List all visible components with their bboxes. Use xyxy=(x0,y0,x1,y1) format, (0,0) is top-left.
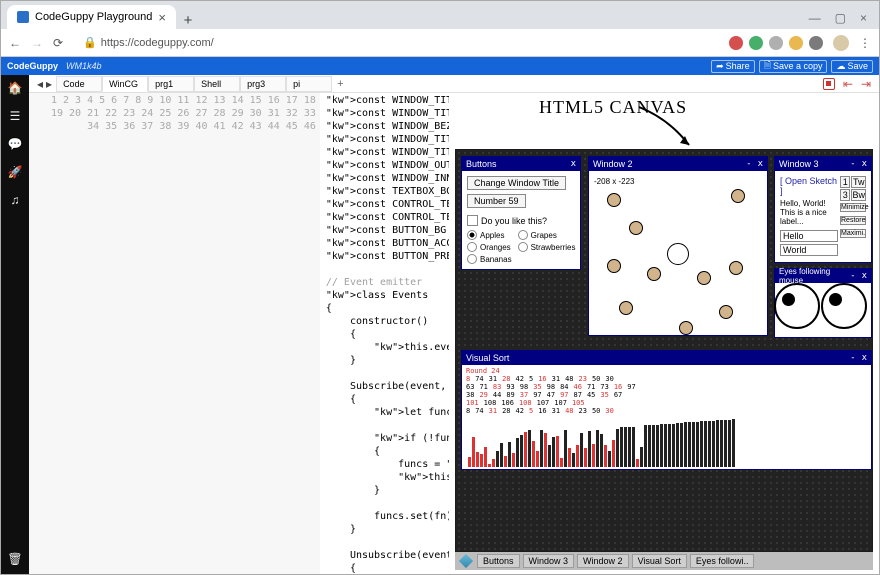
rocket-icon[interactable]: 🚀 xyxy=(8,165,23,179)
chrome-menu-button[interactable]: ⋮ xyxy=(859,36,871,50)
close-icon[interactable]: x xyxy=(571,159,576,169)
taskbar-button[interactable]: Buttons xyxy=(477,554,520,568)
new-tab-button[interactable]: + xyxy=(176,12,200,29)
code-tab[interactable]: WinCG xyxy=(102,76,148,92)
number-button[interactable]: Number 59 xyxy=(467,194,526,208)
save-copy-button[interactable]: 🗎Save a copy xyxy=(759,60,828,73)
brand-label: CodeGuppy xyxy=(7,61,58,71)
address-input[interactable]: 🔒 https://codeguppy.com/ xyxy=(73,36,719,49)
extension-icon[interactable] xyxy=(789,36,803,50)
window-sort[interactable]: Visual Sort-x Round 24 87431284251631482… xyxy=(461,350,872,470)
canvas-area[interactable]: Buttonsx Change Window Title Number 59 D… xyxy=(455,149,873,552)
code-tab[interactable]: Code xyxy=(56,76,102,92)
taskbar-button[interactable]: Window 2 xyxy=(577,554,629,568)
window-close-button[interactable]: × xyxy=(860,11,867,25)
expand-left-icon[interactable]: ⇤ xyxy=(843,77,853,91)
coords-label: -208 x -223 xyxy=(594,177,634,186)
stop-button[interactable] xyxy=(823,78,835,90)
window-2[interactable]: Window 2-x -208 x -223 xyxy=(588,156,768,336)
extension-icon[interactable] xyxy=(729,36,743,50)
radio-option[interactable]: Apples xyxy=(467,230,512,240)
menu-icon[interactable]: ☰ xyxy=(10,109,21,123)
taskbar-button[interactable]: Eyes followi.. xyxy=(690,554,755,568)
change-title-button[interactable]: Change Window Title xyxy=(467,176,566,190)
arrow-icon xyxy=(629,99,729,155)
url-text: https://codeguppy.com/ xyxy=(101,37,214,49)
code-tab[interactable]: prg3 xyxy=(240,76,286,92)
app-toolbar: CodeGuppy WM1k4b ➦Share 🗎Save a copy ☁Sa… xyxy=(1,57,879,75)
extension-icon[interactable] xyxy=(809,36,823,50)
home-icon[interactable]: 🏠 xyxy=(8,81,23,95)
lock-icon: 🔒 xyxy=(83,36,97,49)
extension-icon[interactable] xyxy=(749,36,763,50)
radio-option[interactable]: Grapes xyxy=(518,230,576,240)
radio-option[interactable]: Bananas xyxy=(467,254,512,264)
code-editor[interactable]: 1 2 3 4 5 6 7 8 9 10 11 12 13 14 15 16 1… xyxy=(29,93,449,574)
project-name: WM1k4b xyxy=(66,61,102,71)
canvas-taskbar: ButtonsWindow 3Window 2Visual SortEyes f… xyxy=(455,552,873,570)
sidebar: 🏠 ☰ 💬 🚀 ♫ 🗑 xyxy=(1,75,29,574)
window-eyes[interactable]: Eyes following mouse-x xyxy=(774,268,872,338)
code-tab[interactable]: pi xyxy=(286,76,332,92)
radio-option[interactable]: Strawberries xyxy=(518,242,576,252)
code-tab-bar: ◂ ▸ CodeWinCGprg1Shellprg3pi + ⇤ ⇥ xyxy=(29,75,879,93)
window-min-button[interactable]: — xyxy=(809,11,821,25)
radio-option[interactable]: Oranges xyxy=(467,242,512,252)
share-button[interactable]: ➦Share xyxy=(711,60,755,73)
address-bar: ← → ⟳ 🔒 https://codeguppy.com/ ⋮ xyxy=(1,29,879,57)
start-icon[interactable] xyxy=(459,554,473,568)
extension-icon[interactable] xyxy=(769,36,783,50)
close-icon[interactable]: × xyxy=(158,10,166,25)
textbox-2[interactable] xyxy=(780,244,838,256)
music-icon[interactable]: ♫ xyxy=(11,193,20,207)
code-tab[interactable]: Shell xyxy=(194,76,240,92)
add-tab-button[interactable]: + xyxy=(332,78,348,90)
like-checkbox[interactable]: Do you like this? xyxy=(467,215,575,226)
trash-icon[interactable]: 🗑 xyxy=(7,552,22,566)
code-tab[interactable]: prg1 xyxy=(148,76,194,92)
expand-right-icon[interactable]: ⇥ xyxy=(861,77,871,91)
prev-tab-button[interactable]: ◂ xyxy=(37,77,43,91)
tab-title: CodeGuppy Playground xyxy=(35,11,152,23)
browser-tabstrip: CodeGuppy Playground × + — ▢ × xyxy=(1,1,879,29)
taskbar-button[interactable]: Window 3 xyxy=(523,554,575,568)
browser-tab[interactable]: CodeGuppy Playground × xyxy=(7,5,176,29)
taskbar-button[interactable]: Visual Sort xyxy=(632,554,687,568)
open-sketch-link[interactable]: [ Open Sketch ] xyxy=(780,176,838,196)
window-max-button[interactable]: ▢ xyxy=(835,11,846,25)
back-button[interactable]: ← xyxy=(9,36,21,50)
window-3[interactable]: Window 3-x [ Open Sketch ] Hello, World!… xyxy=(774,156,872,263)
reload-button[interactable]: ⟳ xyxy=(53,36,63,50)
next-tab-button[interactable]: ▸ xyxy=(46,77,52,91)
chat-icon[interactable]: 💬 xyxy=(8,137,23,151)
forward-button[interactable]: → xyxy=(31,36,43,50)
save-button[interactable]: ☁Save xyxy=(831,60,873,73)
window-buttons[interactable]: Buttonsx Change Window Title Number 59 D… xyxy=(461,156,581,270)
textbox-1[interactable] xyxy=(780,230,838,242)
profile-icon[interactable] xyxy=(833,35,849,51)
favicon-icon xyxy=(17,11,29,23)
